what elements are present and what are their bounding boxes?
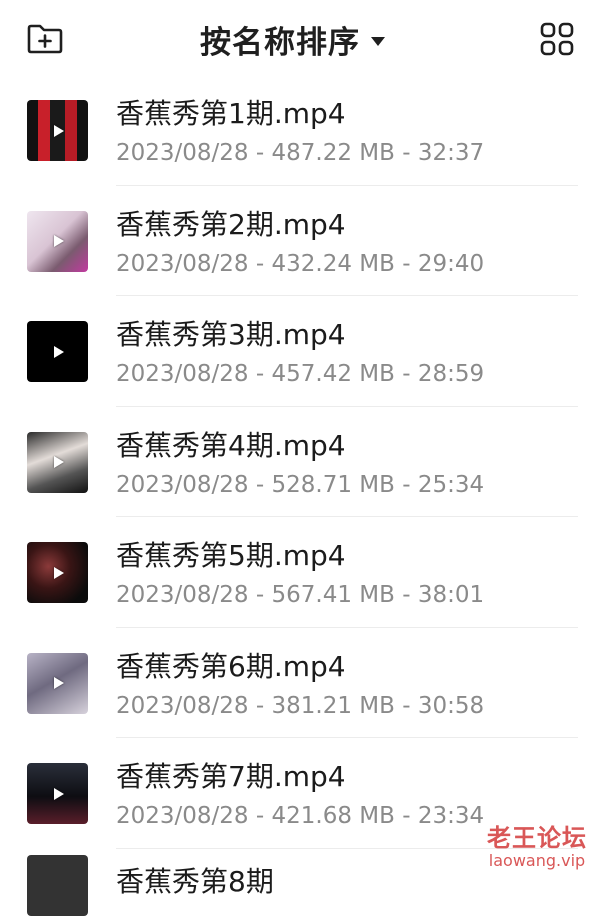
file-meta: 2023/08/28 - 567.41 MB - 38:01: [116, 582, 485, 608]
file-meta: 2023/08/28 - 487.22 MB - 32:37: [116, 140, 485, 166]
new-folder-button[interactable]: [24, 18, 66, 60]
list-item[interactable]: 香蕉秀第6期.mp4 2023/08/28 - 381.21 MB - 30:5…: [0, 628, 599, 738]
list-item[interactable]: 香蕉秀第4期.mp4 2023/08/28 - 528.71 MB - 25:3…: [0, 407, 599, 517]
play-icon: [54, 345, 64, 358]
list-item[interactable]: 香蕉秀第2期.mp4 2023/08/28 - 432.24 MB - 29:4…: [0, 186, 599, 296]
grid-view-button[interactable]: [536, 18, 578, 60]
file-name: 香蕉秀第5期.mp4: [116, 539, 346, 572]
file-meta: 2023/08/28 - 381.21 MB - 30:58: [116, 692, 485, 719]
play-icon: [54, 235, 64, 247]
file-name: 香蕉秀第8期: [116, 865, 274, 898]
video-thumbnail: [27, 431, 88, 493]
file-meta: 2023/08/28 - 432.24 MB - 29:40: [116, 250, 485, 277]
play-icon: [54, 456, 64, 468]
chevron-down-icon: [371, 36, 385, 46]
video-thumbnail: [27, 652, 88, 714]
file-list: 香蕉秀第1期.mp4 2023/08/28 - 487.22 MB - 32:3…: [0, 75, 599, 849]
file-meta: 2023/08/28 - 528.71 MB - 25:34: [116, 471, 485, 498]
list-item[interactable]: 香蕉秀第3期.mp4 2023/08/28 - 457.42 MB - 28:5…: [0, 296, 599, 407]
file-name: 香蕉秀第4期.mp4: [116, 428, 346, 462]
new-folder-icon: [27, 24, 63, 54]
file-name: 香蕉秀第3期.mp4: [116, 318, 346, 351]
video-thumbnail: [27, 321, 88, 382]
list-item[interactable]: 香蕉秀第5期.mp4 2023/08/28 - 567.41 MB - 38:0…: [0, 517, 599, 628]
video-thumbnail: [27, 100, 88, 161]
play-icon: [54, 124, 64, 137]
top-bar: 按名称排序: [0, 0, 599, 78]
play-icon: [54, 566, 64, 579]
grid-view-icon: [540, 22, 574, 56]
video-thumbnail: [27, 855, 88, 916]
file-name: 香蕉秀第6期.mp4: [116, 649, 346, 683]
list-item[interactable]: 香蕉秀第1期.mp4 2023/08/28 - 487.22 MB - 32:3…: [0, 75, 599, 186]
play-icon: [54, 677, 64, 689]
file-meta: 2023/08/28 - 457.42 MB - 28:59: [116, 361, 485, 387]
file-name: 香蕉秀第2期.mp4: [116, 207, 346, 241]
video-thumbnail: [27, 210, 88, 272]
sort-dropdown[interactable]: 按名称排序: [200, 17, 385, 61]
file-name: 香蕉秀第1期.mp4: [116, 97, 346, 130]
list-item[interactable]: 香蕉秀第8期: [0, 773, 599, 916]
video-thumbnail: [27, 542, 88, 603]
sort-label: 按名称排序: [200, 24, 360, 61]
